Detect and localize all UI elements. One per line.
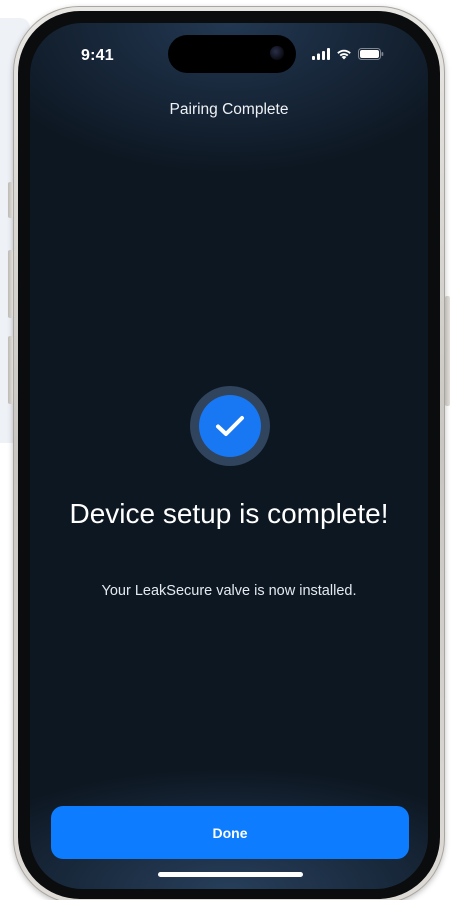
success-message: Your LeakSecure valve is now installed. (101, 583, 357, 599)
status-icons (312, 48, 384, 60)
power-button (445, 296, 450, 406)
done-button[interactable]: Done (51, 806, 409, 859)
wifi-icon (337, 49, 351, 60)
stage: 9:41 Pairing Complete Device setup is co… (0, 0, 453, 900)
home-indicator[interactable] (158, 872, 303, 877)
success-headline: Device setup is complete! (69, 498, 389, 529)
checkmark-icon (216, 416, 244, 436)
status-time: 9:41 (81, 47, 114, 64)
volume-up-button (8, 250, 13, 318)
battery-icon (358, 48, 384, 60)
camera-icon (270, 46, 284, 60)
page-title: Pairing Complete (169, 101, 289, 118)
success-badge-inner (199, 395, 261, 457)
cellular-signal-icon (312, 48, 330, 60)
action-button (8, 182, 13, 218)
dynamic-island (168, 35, 296, 73)
success-badge (190, 386, 270, 466)
volume-down-button (8, 336, 13, 404)
phone-frame: 9:41 Pairing Complete Device setup is co… (8, 6, 450, 900)
screen: 9:41 Pairing Complete Device setup is co… (30, 23, 428, 889)
